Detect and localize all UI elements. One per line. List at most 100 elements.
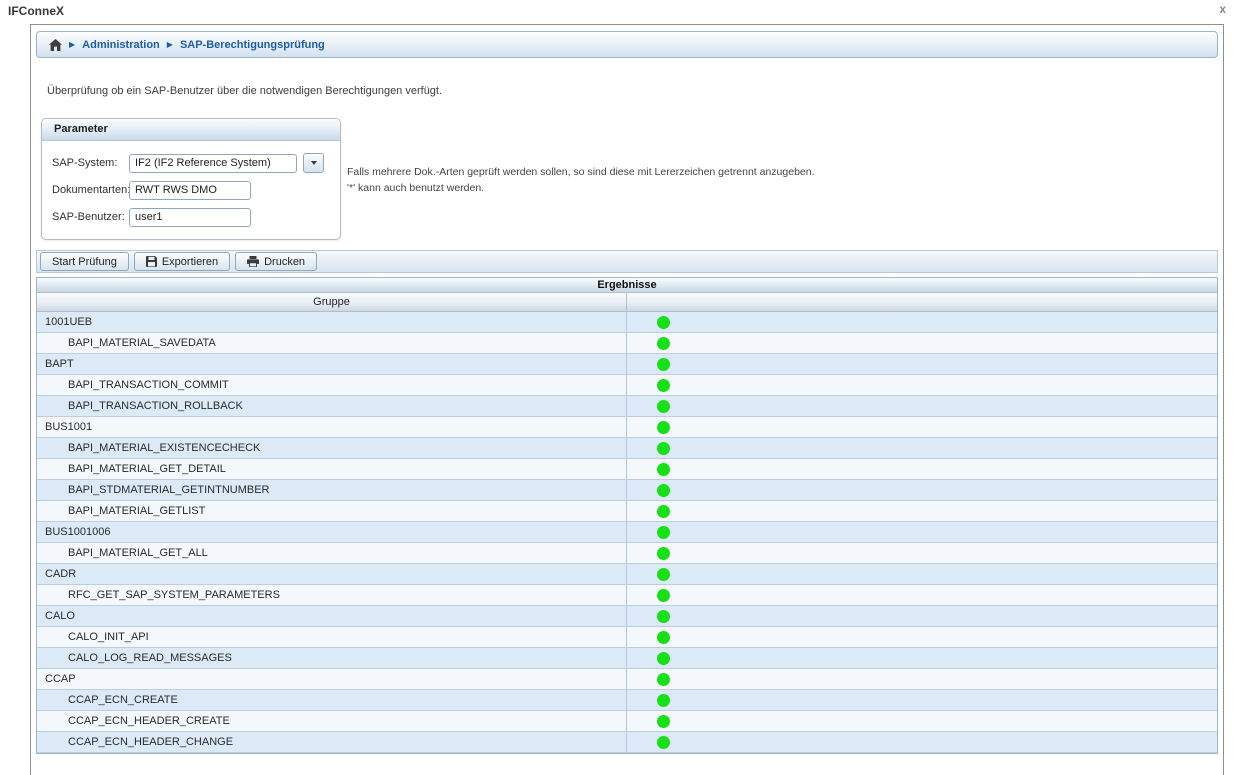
- row-label: BAPI_MATERIAL_SAVEDATA: [37, 333, 627, 353]
- row-status-cell: [627, 606, 1217, 626]
- page-description: Überprüfung ob ein SAP-Benutzer über die…: [47, 85, 442, 97]
- hint-text: Falls mehrere Dok.-Arten geprüft werden …: [347, 164, 815, 196]
- sap-benutzer-label: SAP-Benutzer:: [52, 211, 129, 223]
- row-status-cell: [627, 627, 1217, 647]
- row-status-cell: [627, 333, 1217, 353]
- close-icon[interactable]: x: [1219, 2, 1226, 16]
- row-status-cell: [627, 522, 1217, 542]
- row-label: CCAP: [37, 669, 627, 689]
- table-row-function[interactable]: BAPI_TRANSACTION_COMMIT: [37, 375, 1217, 396]
- row-status-cell: [627, 312, 1217, 332]
- table-row-function[interactable]: BAPI_MATERIAL_SAVEDATA: [37, 333, 1217, 354]
- table-row-function[interactable]: BAPI_MATERIAL_GET_DETAIL: [37, 459, 1217, 480]
- row-status-cell: [627, 690, 1217, 710]
- breadcrumb-item-sap-berechtigungspruefung[interactable]: SAP-Berechtigungsprüfung: [180, 39, 325, 51]
- results-table: Ergebnisse Gruppe 1001UEBBAPI_MATERIAL_S…: [36, 277, 1218, 754]
- row-label: BAPI_MATERIAL_GETLIST: [37, 501, 627, 521]
- table-row-function[interactable]: BAPI_STDMATERIAL_GETINTNUMBER: [37, 480, 1217, 501]
- main-panel: ▶ Administration ▶ SAP-Berechtigungsprüf…: [30, 24, 1224, 775]
- row-label: BAPI_MATERIAL_GET_DETAIL: [37, 459, 627, 479]
- table-row-group[interactable]: BUS1001: [37, 417, 1217, 438]
- row-status-cell: [627, 585, 1217, 605]
- table-row-function[interactable]: BAPI_MATERIAL_EXISTENCECHECK: [37, 438, 1217, 459]
- status-ok-icon: [657, 400, 670, 413]
- row-label: CALO: [37, 606, 627, 626]
- status-ok-icon: [657, 694, 670, 707]
- row-label: RFC_GET_SAP_SYSTEM_PARAMETERS: [37, 585, 627, 605]
- row-label: CCAP_ECN_HEADER_CREATE: [37, 711, 627, 731]
- table-row-group[interactable]: 1001UEB: [37, 312, 1217, 333]
- row-status-cell: [627, 417, 1217, 437]
- row-status-cell: [627, 732, 1217, 752]
- drucken-button[interactable]: Drucken: [235, 252, 317, 271]
- row-status-cell: [627, 375, 1217, 395]
- breadcrumb-arrow-icon: ▶: [167, 40, 173, 49]
- sap-benutzer-input[interactable]: [129, 208, 251, 227]
- parameter-panel-body: SAP-System: IF2 (IF2 Reference System) D…: [42, 141, 340, 239]
- row-label: BAPT: [37, 354, 627, 374]
- status-ok-icon: [657, 505, 670, 518]
- column-header-status: [627, 293, 1217, 311]
- table-row-group[interactable]: CALO: [37, 606, 1217, 627]
- start-pruefung-button[interactable]: Start Prüfung: [40, 252, 129, 271]
- hint-line-1: Falls mehrere Dok.-Arten geprüft werden …: [347, 164, 815, 180]
- status-ok-icon: [657, 379, 670, 392]
- sap-system-label: SAP-System:: [52, 157, 129, 169]
- exportieren-button[interactable]: Exportieren: [134, 252, 230, 271]
- row-label: CADR: [37, 564, 627, 584]
- breadcrumb: ▶ Administration ▶ SAP-Berechtigungsprüf…: [36, 31, 1218, 58]
- status-ok-icon: [657, 589, 670, 602]
- row-status-cell: [627, 648, 1217, 668]
- row-status-cell: [627, 438, 1217, 458]
- row-label: BAPI_MATERIAL_GET_ALL: [37, 543, 627, 563]
- table-row-function[interactable]: BAPI_MATERIAL_GETLIST: [37, 501, 1217, 522]
- parameter-panel: Parameter SAP-System: IF2 (IF2 Reference…: [41, 118, 341, 240]
- row-status-cell: [627, 543, 1217, 563]
- status-ok-icon: [657, 568, 670, 581]
- row-label: CCAP_ECN_CREATE: [37, 690, 627, 710]
- sap-benutzer-field: SAP-Benutzer:: [52, 207, 330, 227]
- status-ok-icon: [657, 631, 670, 644]
- parameter-panel-title: Parameter: [42, 119, 340, 141]
- table-row-function[interactable]: CALO_LOG_READ_MESSAGES: [37, 648, 1217, 669]
- table-row-function[interactable]: BAPI_TRANSACTION_ROLLBACK: [37, 396, 1217, 417]
- table-row-function[interactable]: CALO_INIT_API: [37, 627, 1217, 648]
- row-label: 1001UEB: [37, 312, 627, 332]
- toolbar: Start Prüfung Exportieren Drucken: [36, 250, 1218, 273]
- status-ok-icon: [657, 358, 670, 371]
- sap-system-select[interactable]: IF2 (IF2 Reference System): [129, 154, 297, 173]
- table-row-group[interactable]: BAPT: [37, 354, 1217, 375]
- printer-icon: [247, 256, 259, 267]
- table-row-group[interactable]: CCAP: [37, 669, 1217, 690]
- table-row-function[interactable]: CCAP_ECN_HEADER_CREATE: [37, 711, 1217, 732]
- status-ok-icon: [657, 442, 670, 455]
- table-row-function[interactable]: CCAP_ECN_HEADER_CHANGE: [37, 732, 1217, 753]
- sap-system-field: SAP-System: IF2 (IF2 Reference System): [52, 153, 330, 173]
- row-status-cell: [627, 711, 1217, 731]
- dokumentarten-input[interactable]: [129, 181, 251, 200]
- results-rows: 1001UEBBAPI_MATERIAL_SAVEDATABAPTBAPI_TR…: [37, 312, 1217, 753]
- chevron-down-icon: [311, 161, 317, 165]
- row-label: CALO_LOG_READ_MESSAGES: [37, 648, 627, 668]
- drucken-label: Drucken: [264, 256, 305, 268]
- table-row-group[interactable]: CADR: [37, 564, 1217, 585]
- status-ok-icon: [657, 421, 670, 434]
- dokumentarten-field: Dokumentarten:: [52, 180, 330, 200]
- home-icon[interactable]: [49, 39, 62, 51]
- row-status-cell: [627, 480, 1217, 500]
- table-row-group[interactable]: BUS1001006: [37, 522, 1217, 543]
- results-column-header-row: Gruppe: [37, 293, 1217, 312]
- sap-system-dropdown-button[interactable]: [303, 153, 324, 173]
- table-row-function[interactable]: CCAP_ECN_CREATE: [37, 690, 1217, 711]
- status-ok-icon: [657, 610, 670, 623]
- status-ok-icon: [657, 652, 670, 665]
- table-row-function[interactable]: BAPI_MATERIAL_GET_ALL: [37, 543, 1217, 564]
- status-ok-icon: [657, 484, 670, 497]
- status-ok-icon: [657, 673, 670, 686]
- table-row-function[interactable]: RFC_GET_SAP_SYSTEM_PARAMETERS: [37, 585, 1217, 606]
- status-ok-icon: [657, 715, 670, 728]
- status-ok-icon: [657, 316, 670, 329]
- row-label: BAPI_STDMATERIAL_GETINTNUMBER: [37, 480, 627, 500]
- breadcrumb-item-administration[interactable]: Administration: [82, 39, 160, 51]
- hint-line-2: '*' kann auch benutzt werden.: [347, 180, 815, 196]
